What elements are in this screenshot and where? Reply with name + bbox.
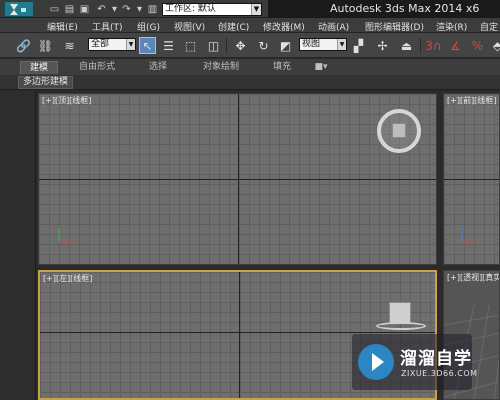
grid-axis-horizontal: [444, 179, 499, 180]
polygon-modeling-panel[interactable]: 多边形建模: [18, 76, 74, 89]
redo-dropdown-icon[interactable]: ▾: [133, 3, 146, 15]
grid-axis-vertical: [239, 272, 240, 398]
menu-edit[interactable]: 编辑(E): [47, 20, 78, 33]
reference-coordinate-dropdown[interactable]: 视图 ▼: [299, 38, 347, 51]
spinner-snap-icon[interactable]: ⬘: [489, 37, 500, 54]
rectangular-selection-icon[interactable]: ⬚: [182, 37, 199, 54]
toolbar-divider: [420, 38, 421, 53]
workspace-dropdown[interactable]: 工作区: 默认 ▼: [162, 3, 262, 16]
watermark-title: 溜溜自学: [400, 349, 472, 369]
scale-icon[interactable]: ◩: [277, 37, 294, 54]
bind-space-warp-icon[interactable]: ≋: [61, 37, 78, 54]
viewcube-face[interactable]: [392, 123, 406, 138]
menu-modifiers[interactable]: 修改器(M): [263, 20, 305, 33]
tab-object-paint[interactable]: 对象绘制: [196, 61, 246, 74]
open-file-icon[interactable]: ▤: [63, 3, 76, 15]
snaps-toggle-icon[interactable]: 3∩: [425, 37, 442, 54]
app-menu-button[interactable]: [4, 1, 34, 17]
menu-customize[interactable]: 自定: [480, 20, 498, 33]
unlink-icon[interactable]: ⛓: [37, 37, 54, 54]
viewport-splitter-horizontal[interactable]: [36, 266, 500, 269]
new-file-icon[interactable]: ▭: [48, 3, 61, 15]
select-by-name-icon[interactable]: ☰: [160, 37, 177, 54]
menu-group[interactable]: 组(G): [137, 20, 160, 33]
tab-modeling[interactable]: 建模: [20, 61, 58, 74]
undo-icon[interactable]: ↶: [95, 3, 108, 15]
viewcube[interactable]: [389, 302, 411, 324]
viewport-label[interactable]: [+][透视][真实: [447, 272, 499, 283]
axis-tripod-icon: [58, 228, 73, 243]
tab-populate[interactable]: 填充: [264, 61, 300, 74]
save-icon[interactable]: ▣: [78, 3, 91, 15]
play-logo-icon: [358, 344, 394, 380]
menu-create[interactable]: 创建(C): [218, 20, 249, 33]
left-side-strip: [0, 91, 36, 400]
reference-coordinate-value: 视图: [302, 39, 321, 49]
watermark-url: ZIXUE.3D66.COM: [401, 369, 478, 378]
ribbon-panel: 多边形建模: [0, 75, 500, 90]
grid-axis-vertical: [238, 94, 239, 264]
viewport-label[interactable]: [+][顶][线框]: [42, 95, 91, 106]
workspace-label: 工作区: 默认: [165, 4, 216, 14]
percent-snap-icon[interactable]: %: [469, 37, 486, 54]
menu-tools[interactable]: 工具(T): [92, 20, 123, 33]
viewport-top[interactable]: [+][顶][线框]: [38, 93, 437, 265]
viewport-label[interactable]: [+][前][线框]: [447, 95, 496, 106]
move-icon[interactable]: ✥: [232, 37, 249, 54]
window-title: Autodesk 3ds Max 2014 x6: [268, 0, 500, 18]
tab-freeform[interactable]: 自由形式: [72, 61, 122, 74]
project-folder-icon[interactable]: ▥: [146, 3, 159, 15]
axis-tripod-icon: [461, 228, 476, 243]
viewport-label[interactable]: [+][左][线框]: [43, 273, 92, 284]
menu-graph-editors[interactable]: 图形编辑器(D): [365, 20, 424, 33]
3dsmax-logo-icon: [10, 4, 26, 15]
select-object-icon[interactable]: ↖: [139, 37, 156, 54]
chevron-down-icon: ▼: [337, 39, 346, 50]
menu-views[interactable]: 视图(V): [174, 20, 205, 33]
link-icon[interactable]: 🔗: [15, 37, 32, 54]
selection-filter-value: 全部: [91, 39, 110, 49]
watermark: 溜溜自学 ZIXUE.3D66.COM: [352, 334, 477, 390]
redo-icon[interactable]: ↷: [120, 3, 133, 15]
viewport-front[interactable]: [+][前][线框]: [443, 93, 500, 265]
ribbon-tabs: 建模 自由形式 选择 对象绘制 填充 ■▾: [0, 59, 500, 75]
menu-animation[interactable]: 动画(A): [318, 20, 349, 33]
window-crossing-icon[interactable]: ◫: [205, 37, 222, 54]
chevron-down-icon: ▼: [251, 4, 261, 15]
rotate-icon[interactable]: ↻: [255, 37, 272, 54]
viewcube[interactable]: [377, 109, 421, 153]
main-toolbar: 🔗 ⛓ ≋ 全部 ▼ ↖ ☰ ⬚ ◫ ✥ ↻ ◩ 视图 ▼ ▞ ✢ ⏏ 3∩ ∡…: [0, 33, 500, 58]
tab-selection[interactable]: 选择: [140, 61, 176, 74]
keyboard-shortcut-icon[interactable]: ⏏: [398, 37, 415, 54]
ribbon-options-button[interactable]: ■▾: [306, 61, 336, 74]
angle-snap-icon[interactable]: ∡: [447, 37, 464, 54]
select-and-manipulate-icon[interactable]: ✢: [374, 37, 391, 54]
menu-bar: 编辑(E) 工具(T) 组(G) 视图(V) 创建(C) 修改器(M) 动画(A…: [0, 18, 500, 33]
menu-rendering[interactable]: 渲染(R): [436, 20, 467, 33]
toolbar-divider: [226, 38, 227, 53]
title-bar: ▭ ▤ ▣ ↶ ▾ ↷ ▾ ▥ 工作区: 默认 ▼ Autodesk 3ds M…: [0, 0, 500, 18]
chevron-down-icon: ▼: [126, 39, 135, 50]
viewcube-ring[interactable]: [376, 322, 426, 330]
pivot-center-icon[interactable]: ▞: [350, 37, 367, 54]
selection-filter-dropdown[interactable]: 全部 ▼: [88, 38, 136, 51]
